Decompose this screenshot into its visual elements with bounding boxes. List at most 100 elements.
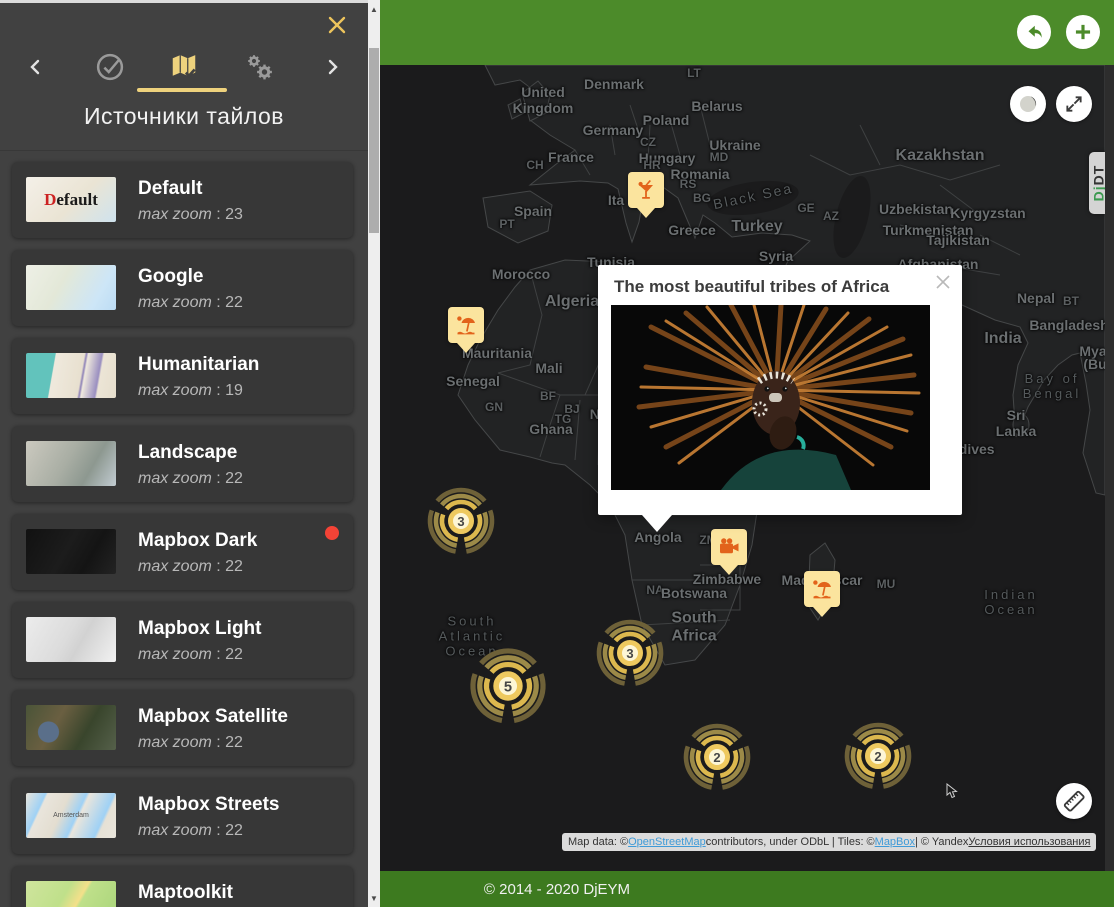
plus-icon xyxy=(1072,21,1094,43)
attribution-text: Map data: © xyxy=(568,836,628,848)
tile-source-title: Humanitarian xyxy=(138,354,259,376)
cluster-count: 5 xyxy=(504,678,512,695)
tile-preview xyxy=(26,617,116,662)
cluster-marker[interactable]: 5 xyxy=(468,646,547,725)
attribution-text: | © Yandex xyxy=(915,836,968,848)
marker-cocktail[interactable] xyxy=(628,172,664,208)
back-button[interactable] xyxy=(1017,15,1051,49)
beach-umbrella-icon xyxy=(811,578,833,600)
locate-button[interactable] xyxy=(1010,86,1046,122)
mapbox-link[interactable]: MapBox xyxy=(875,836,915,848)
scroll-up-arrow[interactable]: ▲ xyxy=(368,2,380,16)
tile-source-card-landscape[interactable]: Landscape max zoom : 22 xyxy=(12,426,353,502)
tabs-scroll-left-button[interactable] xyxy=(18,50,52,84)
cluster-marker[interactable]: 3 xyxy=(595,618,665,688)
beach-umbrella-icon xyxy=(455,314,477,336)
cluster-count: 2 xyxy=(713,750,720,765)
undo-arrow-icon xyxy=(1023,21,1045,43)
popup-title: The most beautiful tribes of Africa xyxy=(614,277,889,297)
tabs-scroll-right-button[interactable] xyxy=(316,50,350,84)
tribal-portrait-image xyxy=(611,305,930,490)
map-canvas[interactable]: United Kingdom Denmark LT Belarus Poland… xyxy=(380,65,1105,871)
map-popup: The most beautiful tribes of Africa xyxy=(598,265,962,515)
tile-source-title: Mapbox Dark xyxy=(138,530,257,552)
tile-preview xyxy=(26,265,116,310)
tile-source-maxzoom: max zoom : 22 xyxy=(138,646,243,664)
cluster-count: 3 xyxy=(626,646,633,661)
close-icon xyxy=(934,273,952,291)
tile-preview: Default xyxy=(26,177,116,222)
popup-close-button[interactable] xyxy=(934,273,952,291)
tile-source-maxzoom: max zoom : 22 xyxy=(138,294,243,312)
scroll-down-arrow[interactable]: ▼ xyxy=(368,891,380,905)
tile-source-card-maptoolkit[interactable]: Maptoolkit max zoom xyxy=(12,866,353,907)
tile-preview: Amsterdam xyxy=(26,793,116,838)
openstreetmap-link[interactable]: OpenStreetMap xyxy=(628,836,706,848)
chevron-left-icon xyxy=(27,57,43,77)
tile-preview xyxy=(26,705,116,750)
tab-tile-sources[interactable] xyxy=(167,50,201,84)
active-source-indicator xyxy=(325,526,339,540)
tile-source-title: Landscape xyxy=(138,442,237,464)
tile-source-maxzoom: max zoom : 22 xyxy=(138,822,243,840)
cluster-marker[interactable]: 3 xyxy=(426,486,496,556)
scrollbar-thumb[interactable] xyxy=(369,48,379,233)
divider xyxy=(0,150,368,151)
tile-source-card-humanitarian[interactable]: Humanitarian max zoom : 19 xyxy=(12,338,353,414)
tile-preview xyxy=(26,529,116,574)
globe-icon xyxy=(1017,93,1039,115)
active-tab-underline xyxy=(137,88,227,92)
panel-top-edge xyxy=(0,0,368,3)
attribution-text: contributors, under ODbL | Tiles: © xyxy=(706,836,875,848)
tile-source-card-mapbox-light[interactable]: Mapbox Light max zoom : 22 xyxy=(12,602,353,678)
debug-toolbar-label: Dj xyxy=(1090,185,1105,201)
measure-button[interactable] xyxy=(1056,783,1092,819)
close-icon xyxy=(326,14,348,36)
check-circle-icon xyxy=(95,52,125,82)
tile-source-maxzoom: max zoom : 23 xyxy=(138,206,243,224)
tile-source-maxzoom: max zoom : 19 xyxy=(138,382,243,400)
fullscreen-button[interactable] xyxy=(1056,86,1092,122)
tile-preview xyxy=(26,441,116,486)
tile-source-title: Mapbox Streets xyxy=(138,794,279,816)
tab-settings[interactable] xyxy=(242,50,276,84)
tile-sources-panel: Источники тайлов Default Default max zoo… xyxy=(0,0,380,907)
marker-beach[interactable] xyxy=(804,571,840,607)
copyright-text: © 2014 - 2020 DjEYM xyxy=(484,881,630,898)
tile-source-card-google[interactable]: Google max zoom : 22 xyxy=(12,250,353,326)
tile-source-title: Default xyxy=(138,178,202,200)
yandex-terms-link[interactable]: Условия использования xyxy=(968,836,1090,848)
tab-select-markers[interactable] xyxy=(93,50,127,84)
tile-source-maxzoom: max zoom : 22 xyxy=(138,558,243,576)
cocktail-icon xyxy=(635,179,657,201)
tile-source-card-mapbox-satellite[interactable]: Mapbox Satellite max zoom : 22 xyxy=(12,690,353,766)
cluster-marker[interactable]: 2 xyxy=(682,722,752,792)
tile-preview xyxy=(26,353,116,398)
marker-videocam[interactable] xyxy=(711,529,747,565)
chevron-right-icon xyxy=(325,57,341,77)
gears-icon xyxy=(243,51,275,83)
page-gutter xyxy=(1105,65,1114,871)
tile-source-card-default[interactable]: Default Default max zoom : 23 xyxy=(12,162,353,238)
panel-tabs xyxy=(0,48,368,86)
expand-arrows-icon xyxy=(1064,94,1084,114)
debug-toolbar-handle[interactable]: DjDT xyxy=(1089,152,1105,214)
tile-source-title: Google xyxy=(138,266,203,288)
tile-source-title: Mapbox Light xyxy=(138,618,261,640)
sidebar-scrollbar[interactable]: ▲ ▼ xyxy=(368,0,380,907)
tile-source-card-mapbox-dark[interactable]: Mapbox Dark max zoom : 22 xyxy=(12,514,353,590)
popup-photo xyxy=(611,305,930,490)
tile-preview xyxy=(26,881,116,907)
cluster-count: 2 xyxy=(874,749,881,764)
app-window: United Kingdom Denmark LT Belarus Poland… xyxy=(0,0,1114,907)
cluster-marker[interactable]: 2 xyxy=(843,721,913,791)
panel-close-button[interactable] xyxy=(326,14,348,36)
add-button[interactable] xyxy=(1066,15,1100,49)
tile-source-title: Mapbox Satellite xyxy=(138,706,288,728)
tile-source-card-mapbox-streets[interactable]: Amsterdam Mapbox Streets max zoom : 22 xyxy=(12,778,353,854)
ruler-icon xyxy=(1062,789,1086,813)
panel-title: Источники тайлов xyxy=(0,103,368,130)
marker-beach[interactable] xyxy=(448,307,484,343)
tile-source-maxzoom: max zoom : 22 xyxy=(138,470,243,488)
tile-source-title: Maptoolkit xyxy=(138,882,233,904)
